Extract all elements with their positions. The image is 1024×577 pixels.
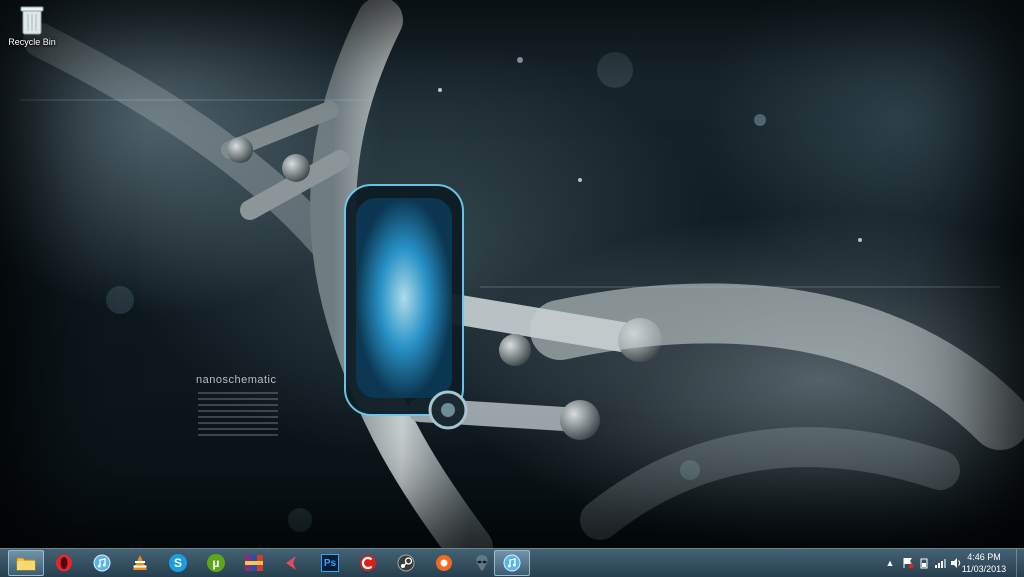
taskbar-opera[interactable] (46, 550, 82, 576)
show-hidden-icons-button[interactable]: ▲ (884, 557, 896, 569)
skype-icon: S (169, 554, 187, 572)
itunes-icon (503, 554, 521, 572)
taskbar: S µ Ps ▲ 4:46 PM 11/03/2013 (0, 548, 1024, 577)
taskbar-orange-app[interactable] (426, 550, 462, 576)
taskbar-steam[interactable] (388, 550, 424, 576)
opera-icon (56, 554, 72, 572)
vlc-icon (133, 555, 147, 570)
action-center-flag-icon[interactable] (902, 557, 914, 569)
network-signal-icon[interactable] (934, 557, 946, 569)
taskbar-itunes[interactable] (84, 550, 120, 576)
taskbar-arrow-app[interactable] (274, 550, 310, 576)
taskbar-itunes-running[interactable] (494, 550, 530, 576)
clock-date: 11/03/2013 (961, 564, 1007, 574)
recycle-bin-icon (20, 6, 44, 35)
desktop[interactable]: Recycle Bin nanoschematic (0, 0, 1024, 548)
folder-icon (16, 557, 36, 571)
alien-icon (476, 555, 488, 571)
utorrent-icon: µ (207, 554, 225, 572)
taskbar-vlc[interactable] (122, 550, 158, 576)
show-desktop-button[interactable] (1016, 549, 1024, 577)
dna-wallpaper (20, 0, 1024, 548)
winrar-icon (245, 555, 263, 571)
itunes-icon (93, 554, 111, 572)
recycle-bin-shortcut[interactable]: Recycle Bin (2, 2, 62, 54)
ccleaner-icon (360, 555, 376, 571)
taskbar-file-explorer[interactable] (8, 550, 44, 576)
arrow-app-icon (286, 556, 296, 570)
wallpaper-title: nanoschematic (196, 374, 277, 386)
taskbar-utorrent[interactable]: µ (198, 550, 234, 576)
orange-circle-icon (436, 555, 452, 571)
taskbar-winrar[interactable] (236, 550, 272, 576)
clock-time: 4:46 PM (967, 552, 1001, 562)
power-icon[interactable] (918, 557, 930, 569)
steam-icon (397, 554, 415, 572)
photoshop-icon: Ps (321, 554, 339, 572)
recycle-bin-label: Recycle Bin (8, 37, 56, 47)
wallpaper-decor-lines (198, 392, 278, 440)
taskbar-ccleaner[interactable] (350, 550, 386, 576)
taskbar-skype[interactable]: S (160, 550, 196, 576)
system-clock[interactable]: 4:46 PM 11/03/2013 (958, 551, 1010, 575)
taskbar-photoshop[interactable]: Ps (312, 550, 348, 576)
